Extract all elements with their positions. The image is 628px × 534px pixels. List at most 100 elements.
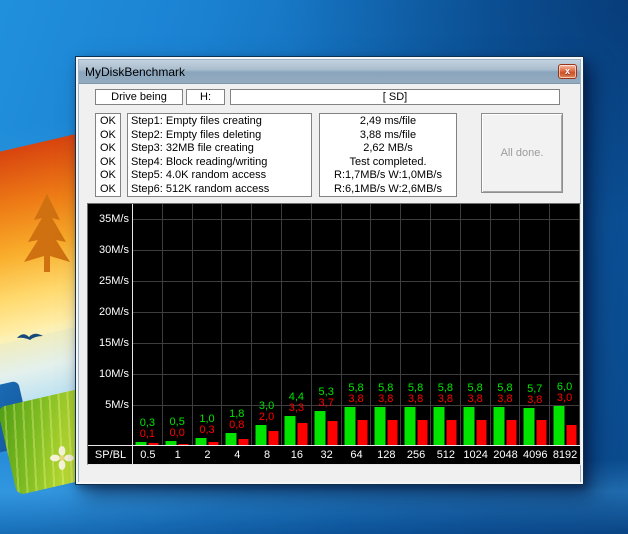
read-bar bbox=[225, 433, 236, 445]
write-bar bbox=[536, 420, 546, 445]
app-window: MyDiskBenchmark x Drive being H: [ SD] O… bbox=[75, 56, 584, 485]
bar-pair bbox=[166, 441, 189, 445]
horizontal-gridline bbox=[133, 374, 580, 375]
write-value-label: 3,8 bbox=[348, 394, 363, 405]
bar-pair bbox=[404, 407, 427, 445]
chart-column: 4,43,3 bbox=[282, 204, 312, 445]
drive-being-field: Drive being bbox=[95, 89, 183, 105]
y-axis-tick-label: 20M/s bbox=[88, 306, 129, 318]
status-ok-row: OK bbox=[100, 183, 120, 197]
write-value-label: 3,8 bbox=[497, 394, 512, 405]
result-line: 2,49 ms/file bbox=[320, 115, 456, 129]
write-value-label: 3,0 bbox=[557, 393, 572, 404]
y-axis-tick-label: 15M/s bbox=[88, 337, 129, 349]
step-row: Step1: Empty files creating bbox=[131, 115, 311, 129]
write-value-label: 2,0 bbox=[259, 412, 274, 423]
write-bar bbox=[387, 420, 397, 445]
x-axis-tick-label: 1 bbox=[163, 446, 193, 464]
bar-value-labels: 5,83,8 bbox=[497, 383, 512, 405]
chart-column: 0,50,0 bbox=[163, 204, 193, 445]
bar-value-labels: 0,30,1 bbox=[140, 418, 155, 440]
bar-value-labels: 6,03,0 bbox=[557, 382, 572, 404]
x-axis-tick-label: 8 bbox=[252, 446, 282, 464]
status-list: OKOKOKOKOKOK bbox=[95, 113, 121, 197]
bar-pair bbox=[464, 407, 487, 445]
bar-value-labels: 4,43,3 bbox=[289, 392, 304, 414]
write-value-label: 3,8 bbox=[378, 394, 393, 405]
bar-pair bbox=[493, 407, 516, 445]
chart-column: 6,03,0 bbox=[550, 204, 580, 445]
result-line: 3,88 ms/file bbox=[320, 129, 456, 143]
x-axis-tick-label: 4 bbox=[222, 446, 252, 464]
y-axis-tick-label: 5M/s bbox=[88, 399, 129, 411]
bar-pair bbox=[523, 408, 546, 445]
x-axis-tick-label: 512 bbox=[431, 446, 461, 464]
y-axis-line bbox=[132, 204, 133, 464]
step-row: Step3: 32MB file creating bbox=[131, 142, 311, 156]
status-ok-row: OK bbox=[100, 169, 120, 183]
steps-list: Step1: Empty files creatingStep2: Empty … bbox=[127, 113, 312, 197]
bar-pair bbox=[136, 442, 159, 445]
titlebar[interactable]: MyDiskBenchmark x bbox=[79, 60, 580, 84]
bar-value-labels: 5,83,8 bbox=[378, 383, 393, 405]
window-title: MyDiskBenchmark bbox=[79, 65, 558, 79]
x-axis-strip: SP/BL 0.51248163264128256512102420484096… bbox=[88, 445, 580, 464]
write-bar bbox=[417, 420, 427, 445]
result-line: Test completed. bbox=[320, 156, 456, 170]
chart-plot-area: SP/BL 0.51248163264128256512102420484096… bbox=[88, 204, 580, 464]
chart-column: 0,30,1 bbox=[133, 204, 163, 445]
x-axis-tick-label: 16 bbox=[282, 446, 312, 464]
chart-column: 3,02,0 bbox=[252, 204, 282, 445]
bar-value-labels: 5,83,8 bbox=[408, 383, 423, 405]
chart-column: 5,73,8 bbox=[520, 204, 550, 445]
write-bar bbox=[238, 439, 248, 445]
chart-column: 5,83,8 bbox=[401, 204, 431, 445]
step-row: Step6: 512K random access bbox=[131, 183, 311, 197]
read-bar bbox=[344, 407, 355, 445]
chart-column: 5,83,8 bbox=[491, 204, 521, 445]
chart-column: 1,00,3 bbox=[193, 204, 223, 445]
result-line: 2,62 MB/s bbox=[320, 142, 456, 156]
result-line: R:1,7MB/s W:1,0MB/s bbox=[320, 169, 456, 183]
write-value-label: 3,7 bbox=[319, 398, 334, 409]
write-bar bbox=[566, 425, 576, 445]
bar-value-labels: 1,80,8 bbox=[229, 409, 244, 431]
write-bar bbox=[149, 443, 159, 445]
step-row: Step4: Block reading/writing bbox=[131, 156, 311, 170]
x-axis-tick-label: 8192 bbox=[550, 446, 580, 464]
flower-icon bbox=[50, 446, 74, 470]
x-axis-tick-label: 4096 bbox=[520, 446, 550, 464]
x-axis-tick-label: 64 bbox=[342, 446, 372, 464]
horizontal-gridline bbox=[133, 405, 580, 406]
bar-pair bbox=[315, 411, 338, 445]
write-value-label: 3,8 bbox=[468, 394, 483, 405]
chart-column: 5,33,7 bbox=[312, 204, 342, 445]
results-panel: 2,49 ms/file3,88 ms/file2,62 MB/sTest co… bbox=[319, 113, 457, 197]
all-done-label: All done. bbox=[501, 147, 544, 159]
write-bar bbox=[298, 423, 308, 445]
bar-pair bbox=[285, 416, 308, 445]
horizontal-gridline bbox=[133, 343, 580, 344]
bar-pair bbox=[225, 433, 248, 445]
bar-pair bbox=[374, 407, 397, 445]
benchmark-chart: SP/BL 0.51248163264128256512102420484096… bbox=[87, 203, 581, 465]
write-value-label: 3,3 bbox=[289, 403, 304, 414]
bar-value-labels: 0,50,0 bbox=[170, 417, 185, 439]
close-icon: x bbox=[565, 67, 570, 76]
horizontal-gridline bbox=[133, 250, 580, 251]
read-bar bbox=[195, 438, 206, 445]
x-axis-tick-label: 32 bbox=[312, 446, 342, 464]
close-button[interactable]: x bbox=[558, 64, 577, 79]
status-ok-row: OK bbox=[100, 129, 120, 143]
write-value-label: 0,0 bbox=[170, 428, 185, 439]
write-bar bbox=[506, 420, 516, 445]
chart-column: 5,83,8 bbox=[371, 204, 401, 445]
chart-column: 1,80,8 bbox=[222, 204, 252, 445]
chart-column: 5,83,8 bbox=[342, 204, 372, 445]
write-bar bbox=[268, 431, 278, 445]
write-value-label: 0,8 bbox=[229, 420, 244, 431]
status-ok-row: OK bbox=[100, 142, 120, 156]
tree-icon bbox=[16, 194, 78, 272]
x-axis-tick-label: 2 bbox=[193, 446, 223, 464]
all-done-button[interactable]: All done. bbox=[481, 113, 563, 193]
